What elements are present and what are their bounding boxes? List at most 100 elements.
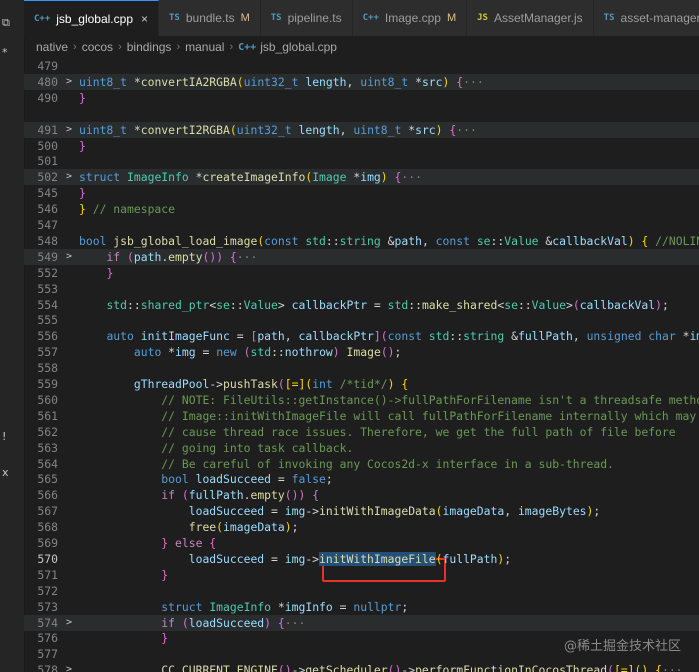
code-line[interactable]: 570 loadSucceed = img->initWithImageFile…: [24, 551, 699, 567]
code-token: {: [449, 74, 464, 89]
breadcrumb-item[interactable]: manual: [185, 40, 224, 54]
code-token: uint8_t: [353, 122, 402, 137]
line-number: 553: [37, 281, 58, 296]
code-token: ): [332, 345, 340, 360]
close-icon[interactable]: x: [2, 466, 9, 479]
code-token: img: [360, 170, 381, 185]
code-token: {: [387, 170, 402, 185]
breadcrumb-item[interactable]: jsb_global.cpp: [260, 40, 337, 54]
code-line[interactable]: 564 // Be careful of invoking any Cocos2…: [24, 456, 699, 472]
code-line[interactable]: 556 auto initImageFunc = [path, callback…: [24, 328, 699, 344]
code-line[interactable]: 480 > uint8_t *convertIA2RGBA(uint32_t len…: [24, 73, 699, 90]
fold-chevron-icon[interactable]: >: [66, 122, 76, 138]
breadcrumb-item[interactable]: bindings: [127, 40, 172, 54]
code-line[interactable]: 545}: [24, 185, 699, 201]
fold-chevron-icon[interactable]: >: [66, 74, 76, 90]
code-text: }: [79, 567, 168, 583]
code-token: shared_ptr: [140, 297, 210, 312]
code-line[interactable]: 553: [24, 281, 699, 297]
code-text: struct ImageInfo *imgInfo = nullptr;: [79, 599, 408, 615]
code-line[interactable]: 561 // Image::initWithImageFile will cal…: [24, 408, 699, 424]
code-line[interactable]: 560 // NOTE: FileUtils::getInstance()->f…: [24, 392, 699, 408]
code-line[interactable]: 562 // cause thread race issues. Therefo…: [24, 424, 699, 440]
code-line[interactable]: 565 bool loadSucceed = false;: [24, 471, 699, 487]
code-token: bool: [79, 233, 107, 248]
code-line[interactable]: 569 } else {: [24, 535, 699, 551]
code-token: ImageInfo: [209, 599, 272, 614]
code-token: Value: [504, 233, 539, 248]
modified-badge: M: [446, 12, 457, 24]
tab-image-cpp[interactable]: C++ Image.cpp M: [352, 0, 468, 36]
explorer-icon[interactable]: ⧉: [2, 16, 10, 30]
code-line[interactable]: 502 > struct ImageInfo *createImageInfo(Im…: [24, 169, 699, 186]
code-line[interactable]: 574 > if (loadSucceed) {···: [24, 614, 699, 631]
code-token: ::: [229, 297, 244, 312]
code-line[interactable]: 557 auto *img = new (std::nothrow) Image…: [24, 344, 699, 360]
code-line[interactable]: 552 }: [24, 265, 699, 281]
code-line[interactable]: 491 > uint8_t *convertI2RGBA(uint32_t leng…: [24, 121, 699, 138]
code-line[interactable]: 547: [24, 217, 699, 233]
code-line[interactable]: 567 loadSucceed = img->initWithImageData…: [24, 503, 699, 519]
code-line[interactable]: 563 // going into task callback.: [24, 440, 699, 456]
file-type-icon: C++: [362, 13, 379, 23]
fold-chevron-icon[interactable]: >: [66, 615, 76, 631]
code-token: uint8_t: [360, 74, 409, 89]
code-line[interactable]: 549 > if (path.empty()) {···: [24, 248, 699, 265]
modified-badge: M: [240, 12, 250, 24]
code-token: ;: [661, 297, 669, 312]
fold-chevron-icon[interactable]: >: [66, 169, 76, 185]
code-line[interactable]: 500}: [24, 138, 699, 154]
line-number: 490: [37, 90, 58, 105]
code-line[interactable]: 568 free(imageData);: [24, 519, 699, 535]
code-line[interactable]: [24, 106, 699, 122]
code-line[interactable]: 578 > CC_CURRENT_ENGINE()->getScheduler()…: [24, 662, 699, 672]
code-token: }: [106, 265, 114, 280]
code-line[interactable]: 548 bool jsb_global_load_image(const std:…: [24, 233, 699, 249]
code-token: /*tid*/: [339, 377, 388, 391]
code-line[interactable]: 571 }: [24, 567, 699, 583]
tab-label: Image.cpp: [384, 11, 441, 25]
code-token: (: [435, 504, 443, 519]
tab-label: asset-manager.ts: [620, 11, 699, 25]
code-line[interactable]: 479: [24, 58, 699, 74]
code-text: gThreadPool->pushTask([=](int /*tid*/) {: [79, 376, 408, 392]
code-token: if: [161, 615, 176, 630]
code-token: initWithImageData: [319, 504, 436, 519]
line-number: 567: [37, 504, 58, 519]
code-line[interactable]: 490}: [24, 90, 699, 106]
code-text: // cause thread race issues. Therefore, …: [79, 424, 675, 440]
code-line[interactable]: 546} // namespace: [24, 201, 699, 217]
code-line[interactable]: 558: [24, 360, 699, 376]
code-text: }: [79, 185, 86, 201]
breadcrumb-item[interactable]: native: [36, 40, 68, 54]
tab-jsb-global-cpp[interactable]: C++ jsb_global.cpp ×: [24, 0, 160, 36]
tab-pipeline-ts[interactable]: TS pipeline.ts: [260, 0, 353, 36]
line-number: 573: [37, 599, 58, 614]
code-line[interactable]: 554 std::shared_ptr<se::Value> callbackP…: [24, 297, 699, 313]
code-token: false: [291, 472, 326, 487]
breadcrumb-item[interactable]: cocos: [82, 40, 113, 54]
line-number: 565: [37, 472, 58, 487]
close-icon[interactable]: ×: [141, 12, 148, 26]
tab-bundle-ts[interactable]: TS bundle.ts M: [159, 0, 261, 36]
code-line[interactable]: 559 gThreadPool->pushTask([=](int /*tid*…: [24, 376, 699, 392]
code-line[interactable]: 573 struct ImageInfo *imgInfo = nullptr;: [24, 599, 699, 615]
code-line[interactable]: 501: [24, 153, 699, 169]
code-text: } else {: [79, 535, 216, 551]
code-token: unsigned: [586, 329, 642, 344]
code-editor[interactable]: 479 480 > uint8_t *convertIA2RGBA(uint32_t …: [24, 58, 699, 672]
tab-asset-manager-ts[interactable]: TS asset-manager.ts: [593, 0, 699, 36]
code-token: empty: [250, 488, 285, 503]
code-line[interactable]: 572: [24, 583, 699, 599]
code-line[interactable]: 566 if (fullPath.empty()) {: [24, 487, 699, 503]
tab-assetmanager-js[interactable]: JS AssetManager.js: [467, 0, 594, 36]
warning-icon[interactable]: !: [2, 430, 6, 443]
code-token: ): [380, 170, 388, 185]
code-line[interactable]: 555: [24, 312, 699, 328]
fold-chevron-icon[interactable]: >: [66, 662, 76, 672]
fold-chevron-icon[interactable]: >: [66, 249, 76, 265]
code-token: ···: [401, 170, 422, 185]
